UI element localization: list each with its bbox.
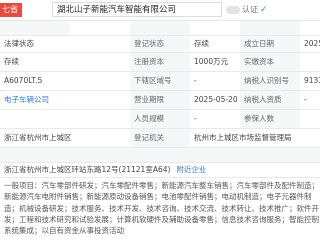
table-row: 浙江省杭州市上城区 登记机关 杭州市上城区市场监督管理局 (0, 129, 320, 148)
nearby-companies-link[interactable]: 附近企业 (176, 165, 206, 175)
status-tag: 七省 (0, 3, 22, 17)
field-label: 人员规模 (130, 110, 190, 128)
table-row (0, 148, 320, 163)
field-label: 登记机关 (130, 129, 190, 147)
address-text: 浙江省杭州市上城区环站东路12号(21121室A64) (4, 164, 171, 174)
company-type-link[interactable]: 电子车辆公司 (0, 91, 130, 109)
table-row: 存续 注册资本 1000万元 实缴资本 (0, 53, 320, 72)
table-row: 电子车辆公司 营业期限 2025-05-20 至 无固定期限 纳税人资质 - (0, 91, 320, 110)
company-name-field[interactable]: 湖北山子新能汽车智能有限公司 (52, 2, 222, 17)
field-value: - (194, 75, 197, 85)
table-row: 人员规模 - 参保人数 (0, 110, 320, 129)
row-label (130, 21, 190, 35)
row-label (0, 148, 320, 162)
table-row: A6070LT.5 下辖区域号 - 纳税人识别号 9133 (0, 72, 320, 91)
field-value: 2025-05-20 至 无固定期限 (194, 94, 287, 104)
field-value: 9133 (304, 75, 320, 85)
verify-label: 认证 (242, 5, 258, 14)
field-value: 存续 (194, 38, 209, 48)
field-value: 1000万元 (194, 56, 229, 66)
field-value: 杭州市上城区市场监督管理局 (194, 132, 292, 142)
cell-value: 存续 (4, 56, 19, 66)
table-row (0, 21, 320, 36)
verify-area[interactable]: 认证 ✓ (226, 3, 268, 17)
cell-value: 法律状态 (4, 38, 34, 48)
field-value: - (194, 113, 197, 123)
field-label: 成立日期 (240, 36, 300, 52)
top-bar: 七省 湖北山子新能汽车智能有限公司 认证 ✓ (0, 0, 320, 21)
business-scope-row: 一般项目：汽车零部件研发；汽车零配件零售；新能源汽车整车销售；汽车零部件及配件制… (0, 178, 320, 240)
field-label: 登记状态 (130, 36, 190, 52)
address-value: 浙江省杭州市上城区环站东路12号(21121室A64) 附近企业 (0, 163, 320, 177)
row-label (240, 21, 300, 35)
field-label: 纳税人识别号 (240, 72, 300, 90)
toggle-icon (226, 5, 240, 14)
field-value: - (304, 94, 307, 104)
field-label: 实缴资本 (240, 53, 300, 71)
check-icon: ✓ (260, 5, 268, 15)
field-label: 注册资本 (130, 53, 190, 71)
field-label: 纳税人资质 (240, 91, 300, 109)
cell-value: 浙江省杭州市上城区 (4, 132, 72, 142)
cell-value: A6070LT.5 (4, 75, 43, 85)
field-label: 营业期限 (130, 91, 190, 109)
field-label: 参保人数 (240, 110, 300, 128)
field-value: 2025 (304, 38, 320, 48)
field-label: 下辖区域号 (130, 72, 190, 90)
address-row: 浙江省杭州市上城区环站东路12号(21121室A64) 附近企业 (0, 163, 320, 178)
row-label (0, 21, 70, 35)
table-row: 法律状态 登记状态 存续 成立日期 2025 (0, 36, 320, 53)
company-detail-page: 七省 湖北山子新能汽车智能有限公司 认证 ✓ 法律状态 登记状态 存续 成立日期 … (0, 0, 320, 240)
business-scope-text: 一般项目：汽车零部件研发；汽车零配件零售；新能源汽车整车销售；汽车零部件及配件制… (4, 181, 319, 235)
